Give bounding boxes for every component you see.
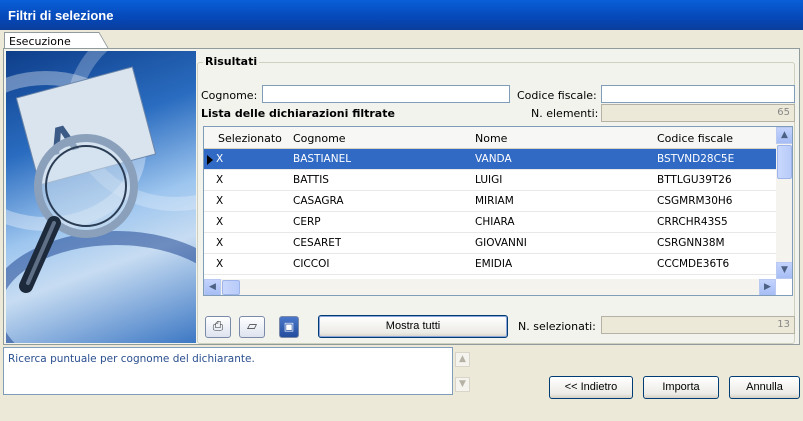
cell-nome: VANDA: [475, 153, 512, 165]
scroll-up-icon[interactable]: ▲: [776, 127, 792, 144]
cell-codice-fiscale: BTTLGU39T26: [657, 174, 732, 186]
table-row[interactable]: X CASAGRA MIRIAM CSGMRM30H6: [204, 191, 776, 212]
cell-selezionato: X: [216, 258, 224, 270]
cell-nome: MIRIAM: [475, 195, 514, 207]
table-row[interactable]: X CICCOI EMIDIA CCCMDE36T6: [204, 254, 776, 275]
save-button[interactable]: ▣: [279, 316, 299, 338]
filter-button[interactable]: ▱: [239, 316, 265, 338]
status-scrollbar[interactable]: ▲ ▼: [455, 352, 470, 394]
cell-codice-fiscale: CCCMDE36T6: [657, 258, 730, 270]
cell-codice-fiscale: CRRCHR43S5: [657, 216, 728, 228]
column-header-cognome[interactable]: Cognome: [293, 132, 346, 145]
bottom-strip: [0, 402, 803, 421]
table-row[interactable]: X BASTIANEL VANDA BSTVND28C5E: [204, 149, 776, 170]
table-row[interactable]: X BATTIS LUIGI BTTLGU39T26: [204, 170, 776, 191]
show-all-button[interactable]: Mostra tutti: [318, 315, 508, 338]
column-header-nome[interactable]: Nome: [475, 132, 507, 145]
list-title: Lista delle dichiarazioni filtrate: [201, 107, 395, 120]
cell-cognome: BASTIANEL: [293, 153, 352, 165]
window-title: Filtri di selezione: [0, 0, 803, 30]
codice-fiscale-input[interactable]: [601, 85, 795, 103]
cell-selezionato: X: [216, 153, 224, 165]
column-header-selezionato[interactable]: Selezionato: [218, 132, 282, 145]
print-icon: ⎙: [212, 319, 224, 334]
n-elementi-value: 65: [601, 104, 795, 122]
cancel-button[interactable]: Annulla: [729, 376, 800, 399]
table-row[interactable]: X CERP CHIARA CRRCHR43S5: [204, 212, 776, 233]
scroll-left-icon[interactable]: ◀: [204, 279, 221, 295]
cell-selezionato: X: [216, 174, 224, 186]
current-row-arrow-icon: [207, 155, 213, 165]
print-button[interactable]: ⎙: [205, 316, 231, 338]
cell-selezionato: X: [216, 195, 224, 207]
cell-cognome: CASAGRA: [293, 195, 344, 207]
status-message: Ricerca puntuale per cognome del dichiar…: [3, 347, 453, 395]
vertical-scrollbar[interactable]: ▲ ▼: [776, 127, 792, 279]
cell-nome: EMIDIA: [475, 258, 513, 270]
tab-strip: Esecuzione: [0, 30, 803, 50]
status-scroll-up-icon[interactable]: ▲: [455, 352, 470, 367]
status-scroll-down-icon[interactable]: ▼: [455, 377, 470, 392]
horizontal-scroll-thumb[interactable]: [222, 280, 240, 295]
n-elementi-label: N. elementi:: [531, 107, 599, 120]
horizontal-scrollbar[interactable]: ◀ ▶: [204, 279, 776, 295]
scroll-right-icon[interactable]: ▶: [759, 279, 776, 295]
filter-icon: ▱: [247, 319, 257, 334]
row-pointer: [204, 149, 216, 170]
results-group-label: Risultati: [203, 55, 260, 68]
results-table[interactable]: Selezionato Cognome Nome Codice fiscale …: [203, 126, 793, 296]
cognome-label: Cognome:: [201, 89, 258, 102]
back-button[interactable]: << Indietro: [549, 376, 633, 399]
cell-selezionato: X: [216, 237, 224, 249]
cell-nome: LUIGI: [475, 174, 503, 186]
cell-cognome: CESARET: [293, 237, 342, 249]
cell-selezionato: X: [216, 216, 224, 228]
scroll-down-icon[interactable]: ▼: [776, 262, 792, 279]
save-icon: ▣: [283, 320, 295, 333]
cell-cognome: BATTIS: [293, 174, 329, 186]
column-header-codice-fiscale[interactable]: Codice fiscale: [657, 132, 733, 145]
n-selezionati-value: 13: [601, 316, 795, 334]
cell-nome: CHIARA: [475, 216, 515, 228]
magnifier-illustration: A: [6, 51, 196, 343]
table-header: Selezionato Cognome Nome Codice fiscale: [204, 127, 776, 149]
table-row[interactable]: X CESARET GIOVANNI CSRGNN38M: [204, 233, 776, 254]
import-button[interactable]: Importa: [643, 376, 719, 399]
cell-codice-fiscale: CSGMRM30H6: [657, 195, 733, 207]
n-selezionati-label: N. selezionati:: [518, 320, 596, 333]
vertical-scroll-thumb[interactable]: [777, 145, 792, 179]
cognome-input[interactable]: [262, 85, 510, 103]
cell-codice-fiscale: BSTVND28C5E: [657, 153, 735, 165]
codice-fiscale-label: Codice fiscale:: [517, 89, 597, 102]
cell-nome: GIOVANNI: [475, 237, 527, 249]
cell-cognome: CERP: [293, 216, 321, 228]
cell-cognome: CICCOI: [293, 258, 330, 270]
cell-codice-fiscale: CSRGNN38M: [657, 237, 725, 249]
